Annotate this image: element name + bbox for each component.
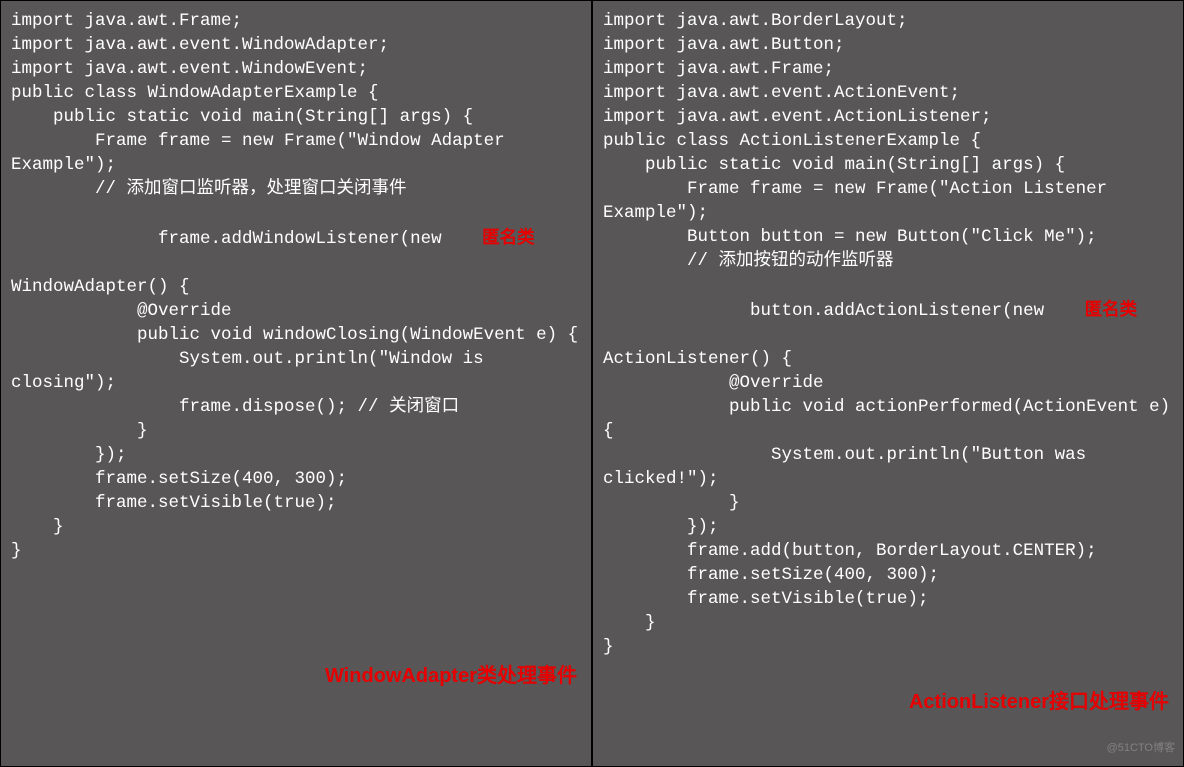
code-line: import java.awt.event.ActionListener;	[603, 105, 1173, 129]
code-line-with-annotation: frame.addWindowListener(new 匿名类	[11, 201, 581, 275]
annotation-anonymous-class: 匿名类	[1085, 299, 1138, 319]
code-line: }	[603, 635, 1173, 659]
code-comparison-container: import java.awt.Frame; import java.awt.e…	[0, 0, 1184, 767]
code-line: public static void main(String[] args) {	[603, 153, 1173, 177]
code-fragment: button.addActionListener(new	[666, 301, 1055, 321]
annotation-anonymous-class: 匿名类	[482, 227, 535, 247]
code-line: System.out.println("Window is closing");	[11, 347, 581, 395]
code-line: frame.setSize(400, 300);	[11, 467, 581, 491]
code-line: @Override	[11, 299, 581, 323]
left-caption: WindowAdapter类处理事件	[325, 664, 577, 688]
code-line: Frame frame = new Frame("Window Adapter …	[11, 129, 581, 177]
code-line: import java.awt.event.WindowEvent;	[11, 57, 581, 81]
watermark: @51CTO博客	[1107, 736, 1175, 760]
right-code-pane: import java.awt.BorderLayout; import jav…	[593, 1, 1183, 766]
code-line: frame.dispose(); // 关闭窗口	[11, 395, 581, 419]
code-line: });	[11, 443, 581, 467]
code-fragment: frame.addWindowListener(new	[74, 229, 452, 249]
code-line: @Override	[603, 371, 1173, 395]
code-line: public void actionPerformed(ActionEvent …	[603, 395, 1173, 443]
code-line: ActionListener() {	[603, 347, 1173, 371]
code-line: }	[11, 539, 581, 563]
code-line: import java.awt.event.ActionEvent;	[603, 81, 1173, 105]
code-line: import java.awt.Button;	[603, 33, 1173, 57]
code-line: import java.awt.Frame;	[603, 57, 1173, 81]
code-line: public static void main(String[] args) {	[11, 105, 581, 129]
code-line: }	[603, 611, 1173, 635]
code-line: public class WindowAdapterExample {	[11, 81, 581, 105]
code-line: Frame frame = new Frame("Action Listener…	[603, 177, 1173, 225]
code-line: import java.awt.BorderLayout;	[603, 9, 1173, 33]
code-line: }	[11, 419, 581, 443]
code-line: public class ActionListenerExample {	[603, 129, 1173, 153]
code-line: // 添加按钮的动作监听器	[603, 249, 1173, 273]
code-line: public void windowClosing(WindowEvent e)…	[11, 323, 581, 347]
code-line: frame.setVisible(true);	[11, 491, 581, 515]
code-line: // 添加窗口监听器，处理窗口关闭事件	[11, 177, 581, 201]
code-line: WindowAdapter() {	[11, 275, 581, 299]
code-line: }	[603, 491, 1173, 515]
code-line: Button button = new Button("Click Me");	[603, 225, 1173, 249]
code-line-with-annotation: button.addActionListener(new 匿名类	[603, 273, 1173, 347]
code-line: }	[11, 515, 581, 539]
code-line: frame.setSize(400, 300);	[603, 563, 1173, 587]
code-line: import java.awt.Frame;	[11, 9, 581, 33]
code-line: frame.add(button, BorderLayout.CENTER);	[603, 539, 1173, 563]
code-line: frame.setVisible(true);	[603, 587, 1173, 611]
right-caption: ActionListener接口处理事件	[909, 690, 1169, 714]
code-line: });	[603, 515, 1173, 539]
left-code-pane: import java.awt.Frame; import java.awt.e…	[1, 1, 593, 766]
code-line: System.out.println("Button was clicked!"…	[603, 443, 1173, 491]
code-line: import java.awt.event.WindowAdapter;	[11, 33, 581, 57]
